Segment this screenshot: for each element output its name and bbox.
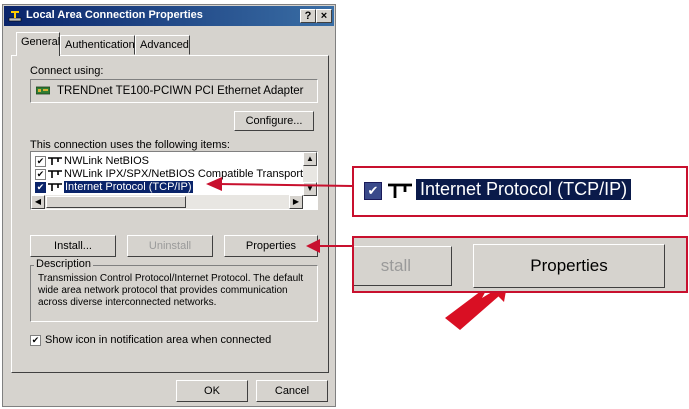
list-item-selected[interactable]: ✔ Internet Protocol (TCP/IP) — [35, 181, 315, 194]
network-protocol-icon — [388, 183, 412, 198]
configure-button[interactable]: Configure... — [234, 111, 314, 131]
scroll-right-icon[interactable]: ▶ — [289, 195, 303, 209]
zoom-item-label: Internet Protocol (TCP/IP) — [416, 179, 632, 200]
zoom-inset-buttons: stall Properties — [352, 236, 688, 293]
ok-button[interactable]: OK — [176, 380, 248, 402]
adapter-field: TRENDnet TE100-PCIWN PCI Ethernet Adapte… — [30, 79, 318, 103]
list-item-label: NWLink NetBIOS — [64, 155, 149, 167]
horizontal-scrollbar[interactable]: ◀ ▶ — [31, 195, 303, 209]
scroll-up-icon[interactable]: ▲ — [303, 152, 317, 166]
list-item-label: Internet Protocol (TCP/IP) — [64, 181, 193, 193]
cancel-button[interactable]: Cancel — [256, 380, 328, 402]
uninstall-button[interactable]: Uninstall — [127, 235, 213, 257]
checkbox[interactable]: ✔ — [35, 156, 46, 167]
checkbox[interactable]: ✔ — [35, 169, 46, 180]
show-icon-option[interactable]: ✔ Show icon in notification area when co… — [30, 334, 320, 348]
description-text: Transmission Control Protocol/Internet P… — [38, 273, 304, 308]
zoom-inset-selected-item: ✔ Internet Protocol (TCP/IP) — [352, 166, 688, 217]
close-button[interactable]: × — [316, 9, 332, 23]
help-button[interactable]: ? — [300, 9, 316, 23]
description-title: Description — [34, 258, 94, 270]
connect-using-label: Connect using: — [30, 65, 104, 77]
network-protocol-icon — [48, 183, 62, 191]
tab-authentication[interactable]: Authentication — [60, 35, 135, 55]
tab-general[interactable]: General — [16, 32, 60, 56]
items-label: This connection uses the following items… — [30, 139, 230, 151]
title-bar[interactable]: Local Area Connection Properties ? × — [4, 6, 334, 26]
scroll-left-icon[interactable]: ◀ — [31, 195, 45, 209]
vertical-scrollbar[interactable]: ▲ ▼ — [303, 152, 317, 196]
zoom-properties-button: Properties — [473, 244, 665, 288]
network-protocol-icon — [48, 170, 62, 178]
checkbox[interactable]: ✔ — [35, 182, 46, 193]
list-item[interactable]: ✔ NWLink NetBIOS — [35, 155, 315, 168]
network-adapter-icon — [36, 86, 50, 95]
list-item[interactable]: ✔ NWLink IPX/SPX/NetBIOS Compatible Tran… — [35, 168, 315, 181]
network-connection-icon — [8, 11, 22, 22]
scroll-down-icon[interactable]: ▼ — [303, 182, 317, 196]
tab-advanced[interactable]: Advanced — [135, 35, 190, 55]
properties-button[interactable]: Properties — [224, 235, 318, 257]
list-item-label: NWLink IPX/SPX/NetBIOS Compatible Transp… — [64, 168, 304, 180]
network-protocol-icon — [48, 157, 62, 165]
zoom-install-button: stall — [354, 246, 452, 286]
show-icon-checkbox[interactable]: ✔ — [30, 335, 41, 346]
show-icon-label: Show icon in notification area when conn… — [45, 334, 272, 346]
adapter-name: TRENDnet TE100-PCIWN PCI Ethernet Adapte… — [57, 85, 304, 97]
scroll-thumb[interactable] — [46, 196, 186, 208]
install-button[interactable]: Install... — [30, 235, 116, 257]
window-title: Local Area Connection Properties — [26, 9, 203, 21]
zoom-checkbox: ✔ — [364, 182, 382, 200]
